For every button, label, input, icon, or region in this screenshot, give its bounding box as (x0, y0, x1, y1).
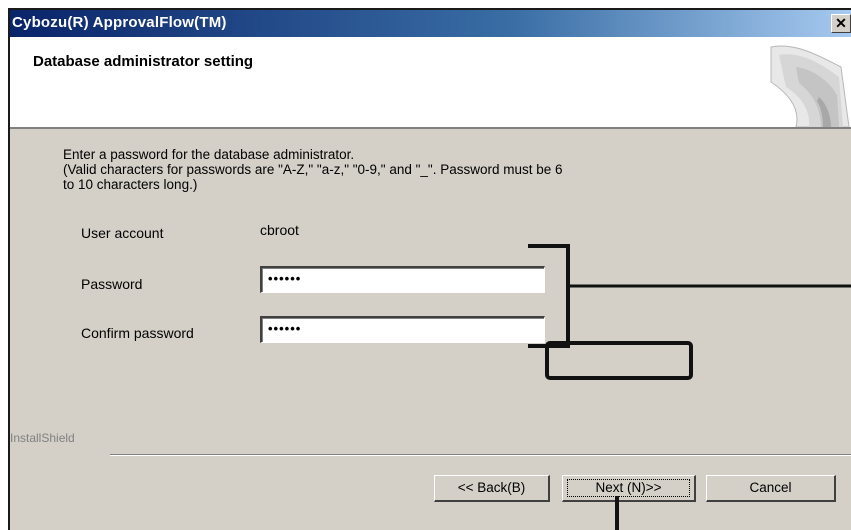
annotation-overlay (528, 244, 851, 530)
password-fields-bracket (528, 244, 570, 348)
next-button-highlight (545, 341, 693, 380)
